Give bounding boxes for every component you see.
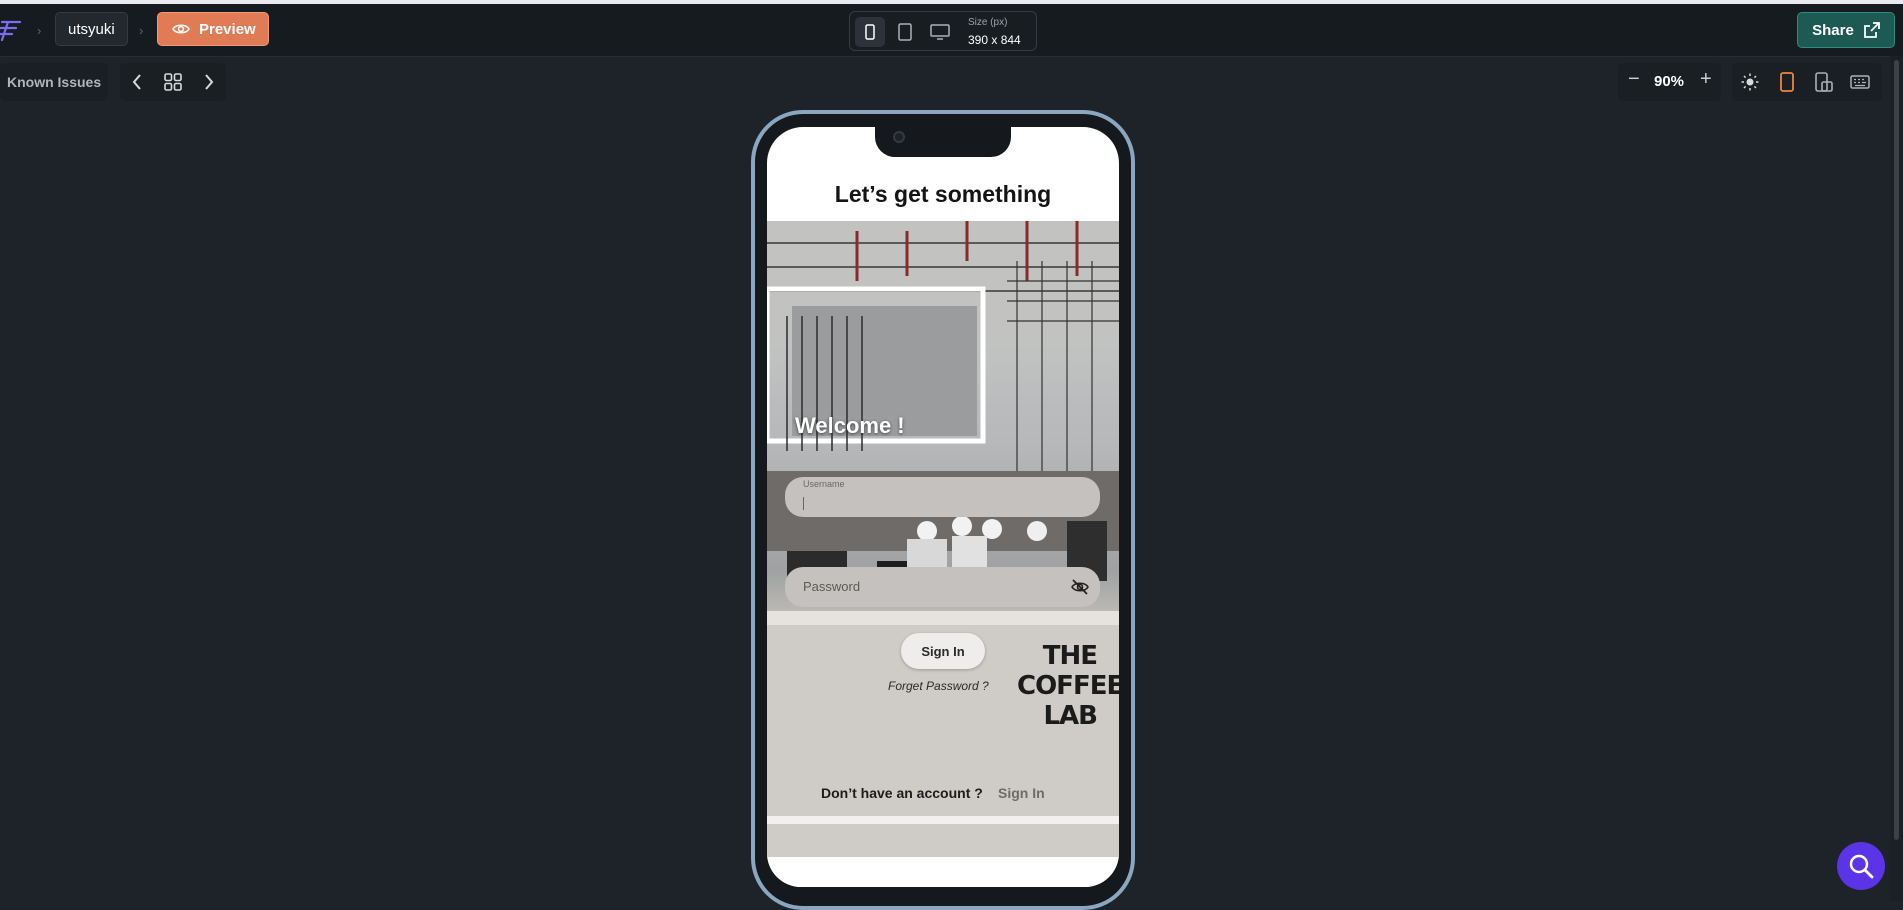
zoom-out-button[interactable]: − bbox=[1628, 68, 1640, 91]
known-issues-button[interactable]: Known Issues bbox=[0, 63, 108, 101]
share-label: Share bbox=[1812, 21, 1854, 39]
breadcrumb-chevron-icon: › bbox=[37, 23, 42, 38]
phone-device-button[interactable] bbox=[855, 17, 885, 47]
orientation-toggle-button[interactable] bbox=[1812, 70, 1836, 94]
coffee-lab-logo: THE COFFEE LAB bbox=[1017, 641, 1119, 731]
screens-grid-button[interactable] bbox=[161, 70, 185, 94]
password-field[interactable]: Password bbox=[785, 567, 1100, 607]
next-screen-button[interactable] bbox=[197, 70, 221, 94]
tablet-device-button[interactable] bbox=[890, 17, 920, 47]
zoom-control: − 90% + bbox=[1618, 63, 1721, 101]
welcome-heading: Welcome ! bbox=[795, 413, 905, 438]
screen-navigation bbox=[120, 63, 226, 101]
device-frame-toggle-button[interactable] bbox=[1775, 70, 1799, 94]
preview-button[interactable]: Preview bbox=[157, 12, 269, 46]
preview-label: Preview bbox=[199, 20, 256, 38]
password-placeholder: Password bbox=[803, 579, 861, 594]
previous-screen-button[interactable] bbox=[125, 70, 149, 94]
breadcrumb-chevron-icon: › bbox=[139, 23, 144, 38]
zoom-level: 90% bbox=[1654, 73, 1685, 90]
brand-line: THE bbox=[1042, 641, 1098, 671]
phone-icon bbox=[865, 24, 875, 40]
search-icon bbox=[1849, 854, 1874, 879]
app-logo-icon[interactable] bbox=[0, 18, 24, 42]
phone-frame-icon bbox=[1780, 72, 1794, 92]
forgot-password-link[interactable]: Forget Password ? bbox=[888, 679, 989, 693]
chevron-right-icon bbox=[205, 74, 214, 90]
project-name: utsyuki bbox=[68, 20, 115, 38]
keyboard-icon bbox=[1850, 75, 1870, 89]
help-search-button[interactable] bbox=[1837, 842, 1885, 890]
eye-off-icon[interactable] bbox=[1070, 577, 1090, 597]
create-account-link[interactable]: Sign In bbox=[998, 785, 1045, 801]
top-toolbar: › utsyuki › Preview Size (px) 390 x 844 … bbox=[0, 4, 1903, 57]
view-tools bbox=[1732, 63, 1882, 101]
username-field[interactable]: Username bbox=[785, 477, 1100, 517]
screen-bottom bbox=[767, 857, 1119, 887]
size-label: Size (px) bbox=[968, 17, 1008, 28]
project-name-button[interactable]: utsyuki bbox=[55, 12, 128, 46]
scrollbar-thumb[interactable] bbox=[1894, 60, 1899, 840]
brand-line: COFFEE bbox=[1017, 671, 1119, 701]
zoom-in-button[interactable]: + bbox=[1700, 68, 1712, 91]
external-link-icon bbox=[1863, 22, 1880, 38]
grid-icon bbox=[164, 73, 182, 91]
sun-icon bbox=[1741, 73, 1759, 91]
share-button[interactable]: Share bbox=[1797, 12, 1895, 48]
username-label: Username bbox=[803, 479, 845, 489]
brand-line: LAB bbox=[1043, 701, 1098, 731]
coffee-shop-background-image: Welcome ! Username Password Sign In Forg… bbox=[767, 221, 1119, 857]
desktop-device-button[interactable] bbox=[925, 17, 955, 47]
theme-toggle-button[interactable] bbox=[1738, 70, 1762, 94]
tablet-icon bbox=[898, 23, 912, 41]
camera-icon bbox=[893, 131, 905, 143]
chevron-left-icon bbox=[132, 74, 141, 90]
no-account-text: Don’t have an account ? bbox=[821, 785, 983, 801]
sign-in-label: Sign In bbox=[921, 643, 965, 659]
eye-icon bbox=[172, 24, 190, 34]
device-size-selector: Size (px) 390 x 844 bbox=[849, 11, 1037, 51]
phone-notch bbox=[875, 127, 1011, 157]
text-cursor bbox=[803, 497, 804, 510]
known-issues-label: Known Issues bbox=[7, 74, 102, 90]
sign-in-button[interactable]: Sign In bbox=[901, 633, 985, 669]
screen-headline: Let’s get something bbox=[834, 181, 1052, 207]
desktop-icon bbox=[930, 24, 950, 40]
phone-screen: Let’s get something Welcome ! Username P… bbox=[767, 127, 1119, 887]
cafe-interior-illustration bbox=[767, 221, 1119, 857]
rotate-device-icon bbox=[1815, 72, 1833, 92]
keyboard-toggle-button[interactable] bbox=[1848, 70, 1872, 94]
size-value: 390 x 844 bbox=[968, 33, 1021, 47]
